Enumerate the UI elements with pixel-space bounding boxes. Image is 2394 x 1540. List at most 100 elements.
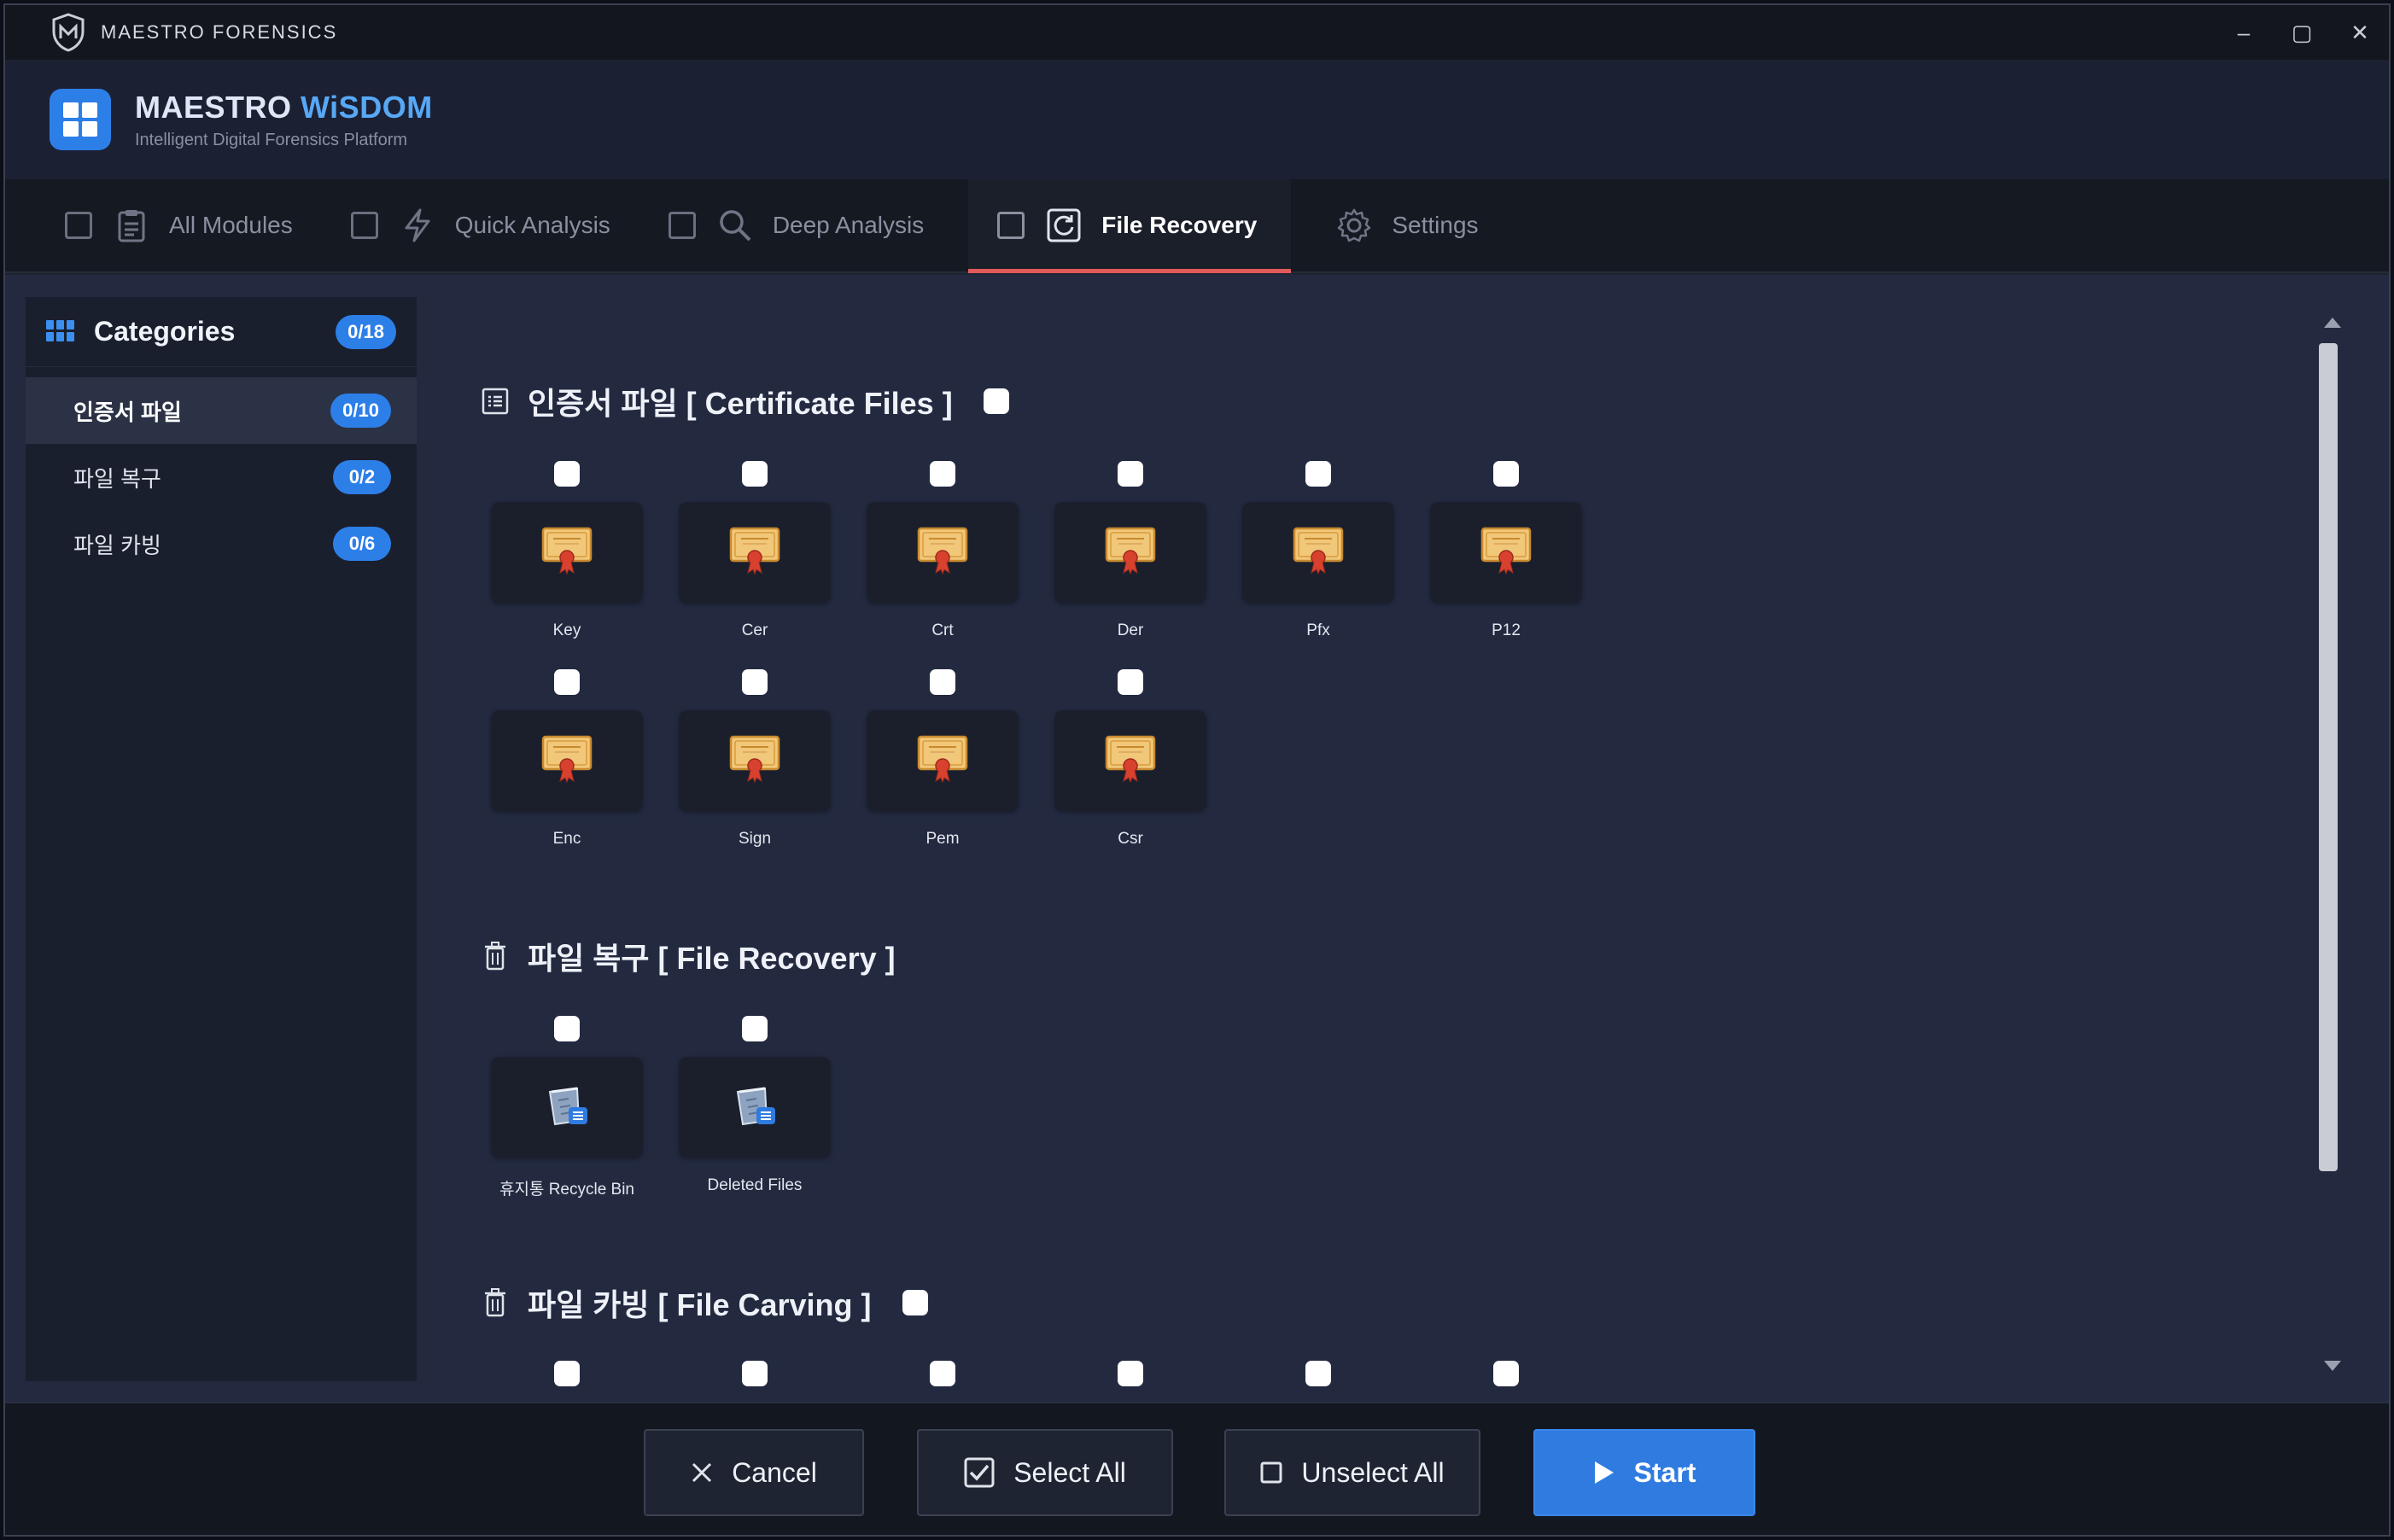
module-checkbox[interactable] xyxy=(554,1361,580,1386)
module-checkbox[interactable] xyxy=(554,461,580,487)
module-label: 휴지통 Recycle Bin xyxy=(499,1181,635,1199)
certificate-icon xyxy=(1103,525,1158,580)
tab-file-recovery[interactable]: File Recovery xyxy=(968,179,1292,273)
tab-checkbox[interactable] xyxy=(350,212,378,239)
module-card[interactable] xyxy=(1054,502,1206,603)
recycle-bin-icon xyxy=(540,1080,594,1135)
module-checkbox[interactable] xyxy=(742,669,768,695)
module-item[interactable] xyxy=(1429,1361,1583,1386)
module-label: Pem xyxy=(925,830,960,848)
module-card[interactable] xyxy=(679,502,831,603)
certificate-icon xyxy=(915,525,970,580)
sidebar-item-file-carving[interactable]: 파일 카빙 0/6 xyxy=(26,510,417,577)
module-item[interactable]: Pfx xyxy=(1241,461,1395,640)
module-card[interactable] xyxy=(1054,710,1206,811)
sidebar-header: Categories 0/18 xyxy=(26,297,417,367)
sidebar-item-count: 0/6 xyxy=(333,527,391,561)
module-item[interactable]: P12 xyxy=(1429,461,1583,640)
module-item[interactable] xyxy=(1241,1361,1395,1386)
scroll-thumb[interactable] xyxy=(2319,343,2338,1171)
tab-checkbox[interactable] xyxy=(668,212,696,239)
start-button[interactable]: Start xyxy=(1533,1429,1755,1516)
vertical-scrollbar[interactable] xyxy=(2315,275,2350,1402)
module-checkbox[interactable] xyxy=(742,1361,768,1386)
module-label: Cer xyxy=(741,621,768,639)
module-item[interactable]: Crt xyxy=(866,461,1019,640)
tab-all-modules[interactable]: All Modules xyxy=(5,179,322,271)
module-checkbox[interactable] xyxy=(930,1361,955,1386)
module-checkbox[interactable] xyxy=(554,669,580,695)
certificate-icon xyxy=(1103,733,1158,789)
module-checkbox[interactable] xyxy=(1118,669,1143,695)
module-card[interactable] xyxy=(491,710,643,811)
tab-label: Settings xyxy=(1392,212,1479,238)
module-card[interactable] xyxy=(679,1057,831,1158)
module-card[interactable] xyxy=(1430,502,1582,603)
module-checkbox[interactable] xyxy=(1118,1361,1143,1386)
categories-sidebar: Categories 0/18 인증서 파일 0/10 파일 복구 0/2 파일… xyxy=(26,297,417,1381)
tab-quick-analysis[interactable]: Quick Analysis xyxy=(322,179,639,271)
tab-checkbox[interactable] xyxy=(65,212,92,239)
tab-settings[interactable]: Settings xyxy=(1291,179,1507,271)
module-card[interactable] xyxy=(679,710,831,811)
app-name: MAESTRO FORENSICS xyxy=(101,21,338,43)
module-item[interactable]: Deleted Files xyxy=(678,1016,832,1195)
sidebar-item-file-recovery[interactable]: 파일 복구 0/2 xyxy=(26,444,417,510)
module-label: Csr xyxy=(1118,830,1143,848)
unselect-all-button[interactable]: Unselect All xyxy=(1224,1429,1480,1516)
module-checkbox[interactable] xyxy=(1493,1361,1519,1386)
module-checkbox[interactable] xyxy=(742,1016,768,1041)
close-button[interactable]: ✕ xyxy=(2331,5,2389,60)
module-item[interactable] xyxy=(1054,1361,1207,1386)
module-item[interactable]: Der xyxy=(1054,461,1207,640)
scroll-down-arrow-icon[interactable] xyxy=(2324,1361,2341,1371)
minimize-button[interactable]: – xyxy=(2215,5,2273,60)
module-checkbox[interactable] xyxy=(1305,461,1331,487)
trash-icon xyxy=(480,941,511,971)
tab-checkbox[interactable] xyxy=(997,212,1025,239)
module-label: Deleted Files xyxy=(707,1176,803,1194)
module-item[interactable]: Sign xyxy=(678,669,832,849)
module-checkbox[interactable] xyxy=(1118,461,1143,487)
module-item[interactable] xyxy=(866,1361,1019,1386)
certificate-icon xyxy=(727,525,782,580)
maximize-button[interactable]: ▢ xyxy=(2273,5,2331,60)
categories-grid-icon xyxy=(46,319,75,344)
section-select-checkbox[interactable] xyxy=(902,1290,928,1315)
module-card[interactable] xyxy=(491,1057,643,1158)
module-item[interactable]: Csr xyxy=(1054,669,1207,849)
module-item[interactable]: Key xyxy=(490,461,644,640)
module-checkbox[interactable] xyxy=(554,1016,580,1041)
gear-icon xyxy=(1335,207,1373,244)
module-item[interactable] xyxy=(678,1361,832,1386)
sidebar-item-count: 0/10 xyxy=(330,394,391,428)
module-checkbox[interactable] xyxy=(1305,1361,1331,1386)
module-label: Pfx xyxy=(1306,621,1330,639)
scroll-up-arrow-icon[interactable] xyxy=(2324,318,2341,328)
tab-deep-analysis[interactable]: Deep Analysis xyxy=(639,179,953,271)
section-title-text: 파일 카빙 [ File Carving ] xyxy=(528,1287,872,1322)
module-item[interactable] xyxy=(490,1361,644,1386)
section-certificate-files: 인증서 파일 [ Certificate Files ] xyxy=(480,379,1009,423)
module-card[interactable] xyxy=(491,502,643,603)
tab-label: Quick Analysis xyxy=(454,212,610,238)
module-label: Key xyxy=(552,621,581,639)
module-checkbox[interactable] xyxy=(742,461,768,487)
sidebar-total-badge: 0/18 xyxy=(336,314,396,349)
certificate-icon xyxy=(1479,525,1533,580)
module-card[interactable] xyxy=(867,710,1019,811)
section-select-checkbox[interactable] xyxy=(983,388,1009,414)
module-card[interactable] xyxy=(867,502,1019,603)
module-item[interactable]: Cer xyxy=(678,461,832,640)
sidebar-item-certificate-files[interactable]: 인증서 파일 0/10 xyxy=(26,377,417,444)
search-icon xyxy=(716,207,754,244)
cancel-button[interactable]: Cancel xyxy=(644,1429,864,1516)
module-checkbox[interactable] xyxy=(1493,461,1519,487)
module-item[interactable]: Enc xyxy=(490,669,644,849)
module-card[interactable] xyxy=(1242,502,1394,603)
select-all-button[interactable]: Select All xyxy=(917,1429,1173,1516)
module-checkbox[interactable] xyxy=(930,461,955,487)
module-item[interactable]: 휴지통 Recycle Bin xyxy=(490,1016,644,1199)
module-item[interactable]: Pem xyxy=(866,669,1019,849)
module-checkbox[interactable] xyxy=(930,669,955,695)
